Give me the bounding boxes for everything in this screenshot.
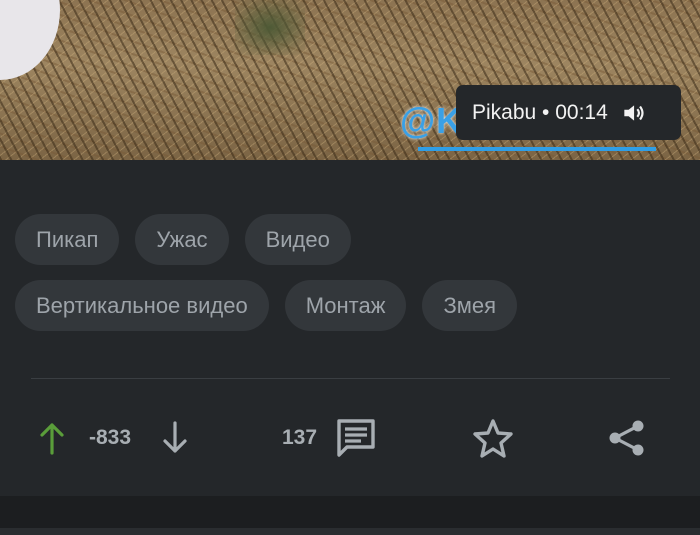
upvote-button[interactable] xyxy=(36,410,68,466)
page-background xyxy=(0,496,700,528)
tag-montazh[interactable]: Монтаж xyxy=(284,280,407,331)
arrow-up-icon xyxy=(40,423,64,455)
arrow-down-icon xyxy=(163,421,187,453)
star-icon xyxy=(473,419,513,458)
tag-zmeya[interactable]: Змея xyxy=(422,280,517,331)
comments-button[interactable]: 137 xyxy=(282,410,377,466)
share-icon xyxy=(609,420,644,456)
video-frame-detail xyxy=(0,0,60,80)
post-footer: Пикап Ужас Видео Вертикальное видео Монт… xyxy=(0,160,700,496)
video-source-time: Pikabu • 00:14 xyxy=(472,100,608,124)
tag-row: Пикап Ужас Видео xyxy=(15,214,685,265)
video-frame-detail xyxy=(235,0,305,55)
volume-icon[interactable] xyxy=(620,100,646,126)
rating-text: -833 xyxy=(89,426,132,449)
tag-list: Пикап Ужас Видео Вертикальное видео Монт… xyxy=(15,214,685,346)
post-actions: -833 137 xyxy=(0,410,700,470)
tag-row: Вертикальное видео Монтаж Змея xyxy=(15,280,685,331)
comment-icon xyxy=(337,419,375,457)
save-button[interactable] xyxy=(472,410,514,466)
video-info-overlay[interactable]: Pikabu • 00:14 xyxy=(456,85,681,140)
comments-count: 137 xyxy=(282,426,318,449)
tag-video[interactable]: Видео xyxy=(244,214,351,265)
tag-uzhas[interactable]: Ужас xyxy=(135,214,229,265)
tag-pikap[interactable]: Пикап xyxy=(15,214,120,265)
video-progress-bar[interactable] xyxy=(418,147,656,151)
divider xyxy=(31,378,670,379)
rating-value: -833 xyxy=(89,410,131,466)
share-button[interactable] xyxy=(606,410,648,466)
next-post-edge xyxy=(0,528,700,535)
tag-vertical-video[interactable]: Вертикальное видео xyxy=(15,280,269,331)
video-player[interactable]: @KLIZMaTG Pikabu • 00:14 xyxy=(0,0,700,160)
downvote-button[interactable] xyxy=(159,410,191,466)
